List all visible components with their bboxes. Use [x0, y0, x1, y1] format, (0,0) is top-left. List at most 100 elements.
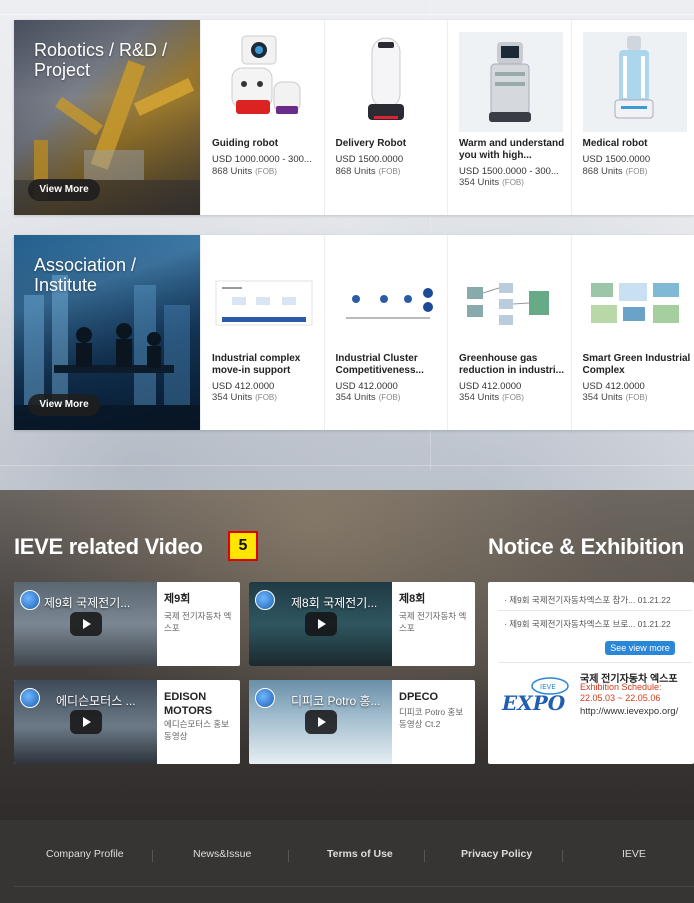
product-name: Guiding robot	[212, 138, 279, 149]
product-name: Warm and understand you with high...	[459, 138, 565, 161]
see-more-button[interactable]: See view more	[605, 641, 675, 655]
product-card[interactable]: Industrial Cluster Competitiveness... US…	[323, 235, 448, 430]
flowchart-thumbnail	[463, 277, 559, 331]
product-name: Smart Green Industrial Complex	[582, 353, 691, 376]
product-price: USD 1500.0000	[582, 154, 651, 165]
divider	[14, 886, 694, 887]
video-overlay-title: 에디슨모터스 ...	[56, 694, 136, 708]
product-price: USD 1500.0000	[335, 154, 404, 165]
product-name: Industrial Cluster Competitiveness...	[335, 353, 424, 376]
play-icon[interactable]	[305, 612, 337, 636]
product-card[interactable]: Guiding robot USD 1000.0000 - 300... 868…	[200, 20, 324, 215]
product-price: USD 1500.0000 - 300...	[459, 166, 559, 177]
product-name: Greenhouse gas reduction in industri...	[459, 353, 564, 376]
video-overlay-title: 제9회 국제전기...	[44, 596, 131, 610]
view-more-button[interactable]: View More	[28, 179, 100, 201]
association-promo-banner[interactable]: Association / Institute View More	[14, 235, 200, 430]
product-price: USD 412.0000	[212, 381, 275, 392]
divider	[498, 662, 692, 663]
divider	[152, 850, 153, 862]
video-section-title: IEVE related Video	[14, 534, 203, 559]
infographic-thumbnail	[586, 277, 683, 331]
delivery-robot-image	[367, 37, 404, 120]
document-thumbnail	[215, 280, 313, 326]
video-thumbnail[interactable]: 에디슨모터스 ...	[14, 680, 157, 764]
video-card[interactable]: 제8회 국제전기... 제8회 국제 전기자동차 엑스포	[249, 582, 475, 666]
product-list: Guiding robot USD 1000.0000 - 300... 868…	[200, 20, 694, 215]
robotics-section: Robotics / R&D / Project View More Guidi…	[14, 20, 694, 215]
play-icon[interactable]	[70, 710, 102, 734]
svg-text:EXPO: EXPO	[501, 691, 566, 715]
footer-link-terms[interactable]: Terms of Use	[327, 848, 393, 860]
video-overlay-title: 제8회 국제전기...	[291, 596, 378, 610]
product-name: Delivery Robot	[335, 138, 407, 149]
divider	[424, 850, 425, 862]
product-price: USD 412.0000	[582, 381, 645, 392]
ieve-expo-logo[interactable]: IEVE EXPO	[498, 674, 578, 718]
expo-schedule: Exhibition Schedule: 22.05.03 ~ 22.05.06	[580, 682, 662, 703]
play-icon[interactable]	[70, 612, 102, 636]
promo-title: Association / Institute	[34, 255, 137, 295]
video-thumbnail[interactable]: 디피코 Potro 홍...	[249, 680, 392, 764]
product-units: 354 Units (FOB)	[212, 392, 277, 403]
expo-url-link[interactable]: http://www.ievexpo.org/	[580, 706, 678, 717]
product-card[interactable]: Greenhouse gas reduction in industri... …	[447, 235, 571, 430]
video-card[interactable]: 제9회 국제전기... 제9회 국제 전기자동차 엑스포	[14, 582, 240, 666]
video-subtitle: 에디슨모터스 홍보동영상	[164, 719, 229, 741]
promo-title: Robotics / R&D / Project	[34, 40, 168, 80]
video-title: DPECO	[399, 691, 439, 703]
product-price: USD 1000.0000 - 300...	[212, 154, 312, 165]
ieve-logo-icon	[20, 688, 40, 708]
ieve-logo-icon	[20, 590, 40, 610]
product-card[interactable]: Delivery Robot USD 1500.0000 868 Units (F…	[323, 20, 448, 215]
product-units: 868 Units (FOB)	[335, 166, 401, 177]
video-thumbnail[interactable]: 제9회 국제전기...	[14, 582, 157, 666]
footer-link-news[interactable]: News&Issue	[193, 848, 251, 860]
divider	[498, 610, 692, 611]
annotation-badge: 5	[228, 531, 258, 561]
video-subtitle: 국제 전기자동차 엑스포	[164, 611, 232, 633]
product-units: 868 Units (FOB)	[582, 166, 648, 177]
svg-text:IEVE: IEVE	[540, 683, 556, 691]
service-robot-image	[459, 32, 563, 132]
guiding-robot-image	[231, 35, 301, 114]
product-price: USD 412.0000	[459, 381, 522, 392]
notice-item[interactable]: · 제9회 국제전기자동차엑스포 참가... 01.21.22	[504, 594, 692, 606]
diagram-thumbnail	[339, 281, 436, 325]
footer: Company Profile News&Issue Terms of Use …	[0, 820, 694, 903]
association-section: Association / Institute View More Indust…	[14, 235, 694, 430]
notice-item[interactable]: · 제9회 국제전기자동차엑스포 브로... 01.21.22	[504, 618, 692, 630]
video-subtitle: 국제 전기자동차 엑스포	[399, 611, 467, 633]
product-card[interactable]: Warm and understand you with high... USD…	[447, 20, 571, 215]
notice-card: · 제9회 국제전기자동차엑스포 참가... 01.21.22 · 제9회 국제…	[488, 582, 694, 764]
ieve-logo-icon	[255, 590, 275, 610]
footer-link-privacy[interactable]: Privacy Policy	[461, 848, 532, 860]
product-name: Medical robot	[582, 138, 648, 149]
footer-link-ieve[interactable]: IEVE	[622, 848, 646, 860]
product-units: 354 Units (FOB)	[459, 392, 524, 403]
video-title: 제8회	[399, 593, 426, 605]
video-card[interactable]: 디피코 Potro 홍... DPECO 디피코 Potro 홍보 동영상 Ct…	[249, 680, 475, 764]
product-units: 354 Units (FOB)	[582, 392, 648, 403]
product-card[interactable]: Medical robot USD 1500.0000 868 Units (FO…	[570, 20, 694, 215]
product-units: 868 Units (FOB)	[212, 166, 277, 177]
video-subtitle: 디피코 Potro 홍보 동영상 Ct.2	[399, 707, 464, 729]
product-card[interactable]: Industrial complex move-in support USD 4…	[200, 235, 324, 430]
ieve-logo-icon	[255, 688, 275, 708]
video-title: 제9회	[164, 593, 191, 605]
play-icon[interactable]	[305, 710, 337, 734]
product-list: Industrial complex move-in support USD 4…	[200, 235, 694, 430]
product-card[interactable]: Smart Green Industrial Complex USD 412.0…	[570, 235, 694, 430]
notice-section-title: Notice & Exhibition	[488, 534, 684, 559]
robotics-promo-banner[interactable]: Robotics / R&D / Project View More	[14, 20, 200, 215]
video-card[interactable]: 에디슨모터스 ... EDISON MOTORS 에디슨모터스 홍보동영상	[14, 680, 240, 764]
video-thumbnail[interactable]: 제8회 국제전기...	[249, 582, 392, 666]
product-price: USD 412.0000	[335, 381, 398, 392]
video-overlay-title: 디피코 Potro 홍...	[291, 694, 381, 708]
video-title: EDISON MOTORS	[164, 691, 213, 717]
medical-robot-image	[582, 32, 687, 132]
product-units: 354 Units (FOB)	[335, 392, 401, 403]
footer-link-company-profile[interactable]: Company Profile	[46, 848, 124, 860]
product-name: Industrial complex move-in support	[212, 353, 301, 376]
view-more-button[interactable]: View More	[28, 394, 100, 416]
